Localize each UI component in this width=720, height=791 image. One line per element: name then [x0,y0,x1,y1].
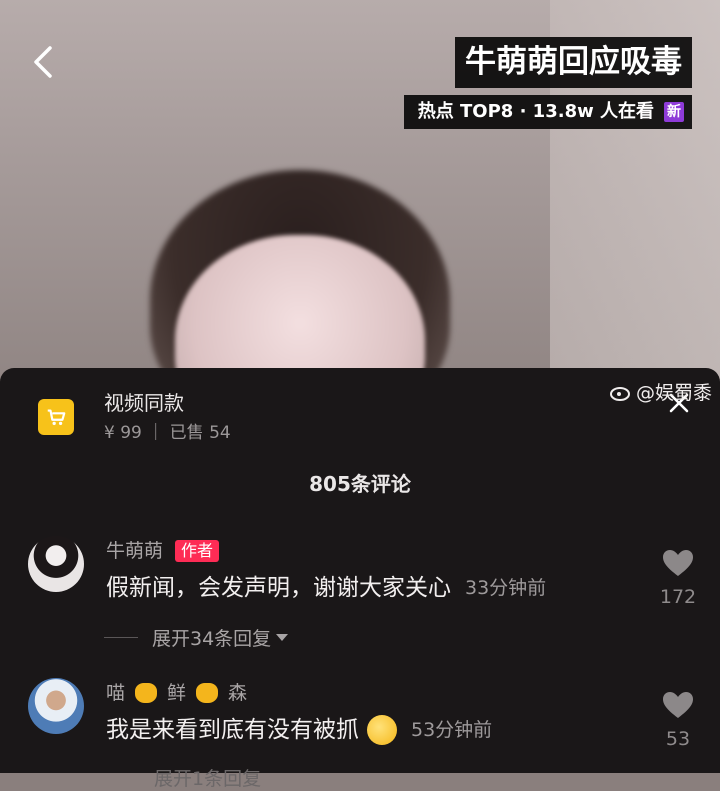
comment-username[interactable]: 喵 鲜 森 [106,680,247,706]
heart-icon [663,692,693,718]
username-part: 喵 [106,682,126,704]
caret-down-icon [276,633,289,641]
divider-line [104,637,138,638]
comment-time: 53分钟前 [411,719,493,741]
comment-count: 805条评论 [309,472,411,496]
heart-icon [663,550,693,576]
weibo-logo-icon [609,386,630,401]
like-button[interactable]: 53 [658,690,698,750]
avatar[interactable] [28,536,84,592]
comment-username[interactable]: 牛萌萌 [106,538,163,564]
cat-emoji-icon [135,683,158,703]
avatar[interactable] [28,678,84,734]
new-badge: 新 [664,102,684,122]
shopping-cart-icon [38,399,74,435]
video-title: 牛萌萌回应吸毒 [455,37,692,88]
comment-time: 33分钟前 [465,577,547,599]
comment-text: 假新闻，会发声明，谢谢大家关心 [106,575,451,601]
watermark-text: @娱蜀黍 [635,382,712,404]
expand-replies-button[interactable]: 展开34条回复 [104,624,289,651]
hot-rank-text: 热点 TOP8 · 13.8w 人在看 [417,101,654,122]
comments-panel: 视频同款 ¥ 99 ｜ 已售 54 805条评论 牛萌萌 作者 假新闻，会发声明… [0,368,720,790]
product-name: 视频同款 [104,391,184,415]
username-part: 鲜 [167,682,187,704]
like-count: 172 [659,586,697,608]
face-emoji-icon [367,715,397,745]
cat-emoji-icon [196,683,219,703]
expand-replies-button[interactable]: 展开1条回复 [154,764,261,791]
product-card[interactable]: 视频同款 ¥ 99 ｜ 已售 54 [38,390,231,444]
expand-replies-text: 展开34条回复 [152,628,272,650]
like-button[interactable]: 172 [658,548,698,608]
like-count: 53 [665,728,691,750]
comment-text: 我是来看到底有没有被抓 [106,717,359,743]
product-price-sales: ¥ 99 ｜ 已售 54 [104,423,231,443]
back-arrow-icon[interactable] [28,42,58,82]
watermark: @娱蜀黍 [609,378,712,405]
author-badge: 作者 [175,540,220,562]
hot-rank-banner[interactable]: 热点 TOP8 · 13.8w 人在看 新 [403,95,692,129]
username-part: 森 [228,682,248,704]
